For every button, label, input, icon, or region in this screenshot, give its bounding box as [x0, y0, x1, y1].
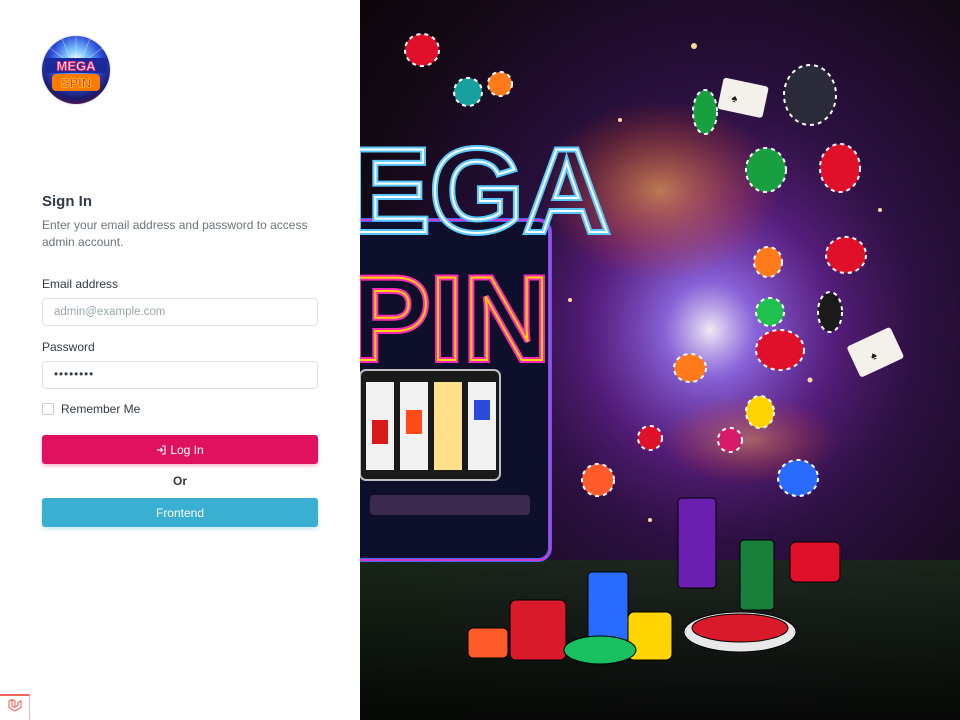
page-subtitle: Enter your email address and password to… [42, 218, 308, 249]
laravel-badge[interactable] [0, 694, 30, 720]
remember-me-checkbox[interactable] [42, 403, 54, 415]
or-divider: Or [172, 474, 187, 488]
login-button-label: Log In [170, 442, 204, 457]
casino-illustration: EGA EGA PIN PIN ♠ ♠ [360, 33, 960, 720]
frontend-button[interactable]: Frontend [42, 498, 318, 527]
remember-me[interactable]: Remember Me [42, 402, 140, 416]
laravel-icon [7, 698, 23, 719]
email-label: Email address [42, 277, 119, 291]
neon-sign-bottom-core: PIN [360, 252, 550, 386]
auth-panel: MEGA SPIN Sign In Enter your email addre… [0, 0, 360, 720]
remember-me-label: Remember Me [61, 402, 141, 416]
svg-text:MEGA: MEGA [57, 59, 97, 74]
svg-text:SPIN: SPIN [61, 76, 91, 91]
logo-art: MEGA SPIN [45, 36, 107, 91]
login-icon [156, 444, 166, 455]
brand-logo: MEGA SPIN [42, 36, 110, 104]
neon-sign-top-core: EGA [360, 124, 610, 258]
email-field[interactable] [42, 298, 318, 326]
page-title: Sign In [42, 193, 92, 210]
login-button[interactable]: Log In [42, 435, 318, 464]
password-label: Password [42, 340, 95, 354]
hero-image: EGA EGA PIN PIN ♠ ♠ [360, 0, 960, 720]
frontend-button-label: Frontend [155, 505, 205, 520]
password-field[interactable] [42, 361, 318, 389]
